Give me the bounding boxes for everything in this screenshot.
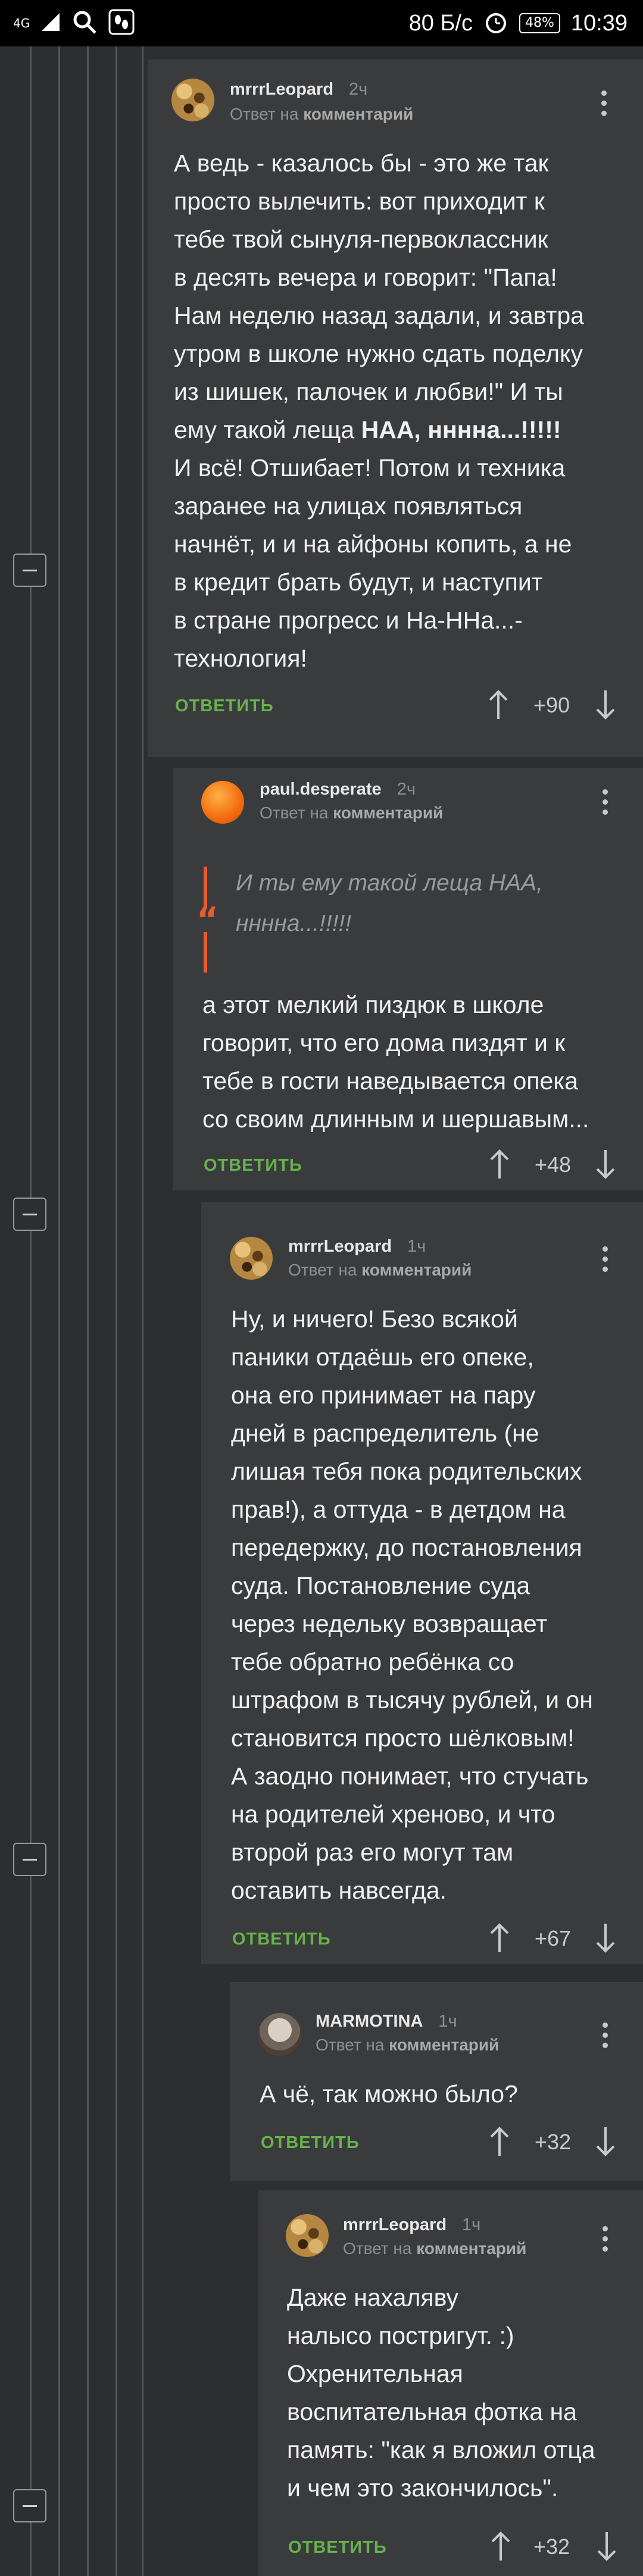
quoted-text: И ты ему такой леща НАА, ннннa...!!!!! [236,870,543,936]
battery-indicator: 48% [519,13,560,33]
comment-text: а этот мелкий пиздюк в школе говорит, чт… [202,991,589,1133]
collapse-thread-button[interactable] [13,1843,46,1876]
alarm-icon [483,10,508,37]
network-speed: 80 Б/с [408,10,473,36]
signal-icon [40,12,61,35]
reply-to: Ответ на комментарий [316,2036,499,2055]
arrow-up-icon[interactable] [489,1149,510,1180]
arrow-up-icon[interactable] [488,689,508,720]
reply-button[interactable]: ОТВЕТИТЬ [232,1930,331,1949]
comment-text: А ведь - казалось бы - это же так просто… [174,149,584,672]
comment-author[interactable]: mrrrLeopard 1ч [343,2215,480,2235]
quote-icon: “ [196,901,219,939]
footprints-app-icon [108,9,135,37]
thread-line[interactable] [30,46,32,2576]
comment-author[interactable]: mrrrLeopard 1ч [288,1237,426,1256]
avatar[interactable] [286,2214,329,2257]
arrow-down-icon[interactable] [595,689,616,720]
avatar[interactable] [201,781,244,824]
comment-time: 1ч [438,2012,457,2031]
comment-time: 1ч [462,2215,481,2234]
comment-author[interactable]: MARMOTINA 1ч [316,2012,457,2031]
comment-author[interactable]: paul.desperate 2ч [260,780,416,799]
comment: MARMOTINA 1ч Ответ на комментарий А чё, т… [230,1982,643,2181]
arrow-down-icon[interactable] [595,1922,616,1953]
reply-to-prefix: Ответ на [260,804,329,822]
reply-button[interactable]: ОТВЕТИТЬ [175,696,274,716]
comment: mrrrLeopard 1ч Ответ на комментарий Ну, и… [201,1202,643,1964]
reply-to: Ответ на комментарий [230,105,413,124]
collapse-thread-button[interactable] [13,554,46,587]
thread-line[interactable] [142,46,143,2576]
comment-time: 2ч [397,780,416,799]
reply-to-link[interactable]: комментарий [389,2036,499,2054]
arrow-down-icon[interactable] [595,1149,616,1180]
comment-author[interactable]: mrrrLeopard 2ч [230,80,367,99]
comment-score: +90 [533,693,570,717]
arrow-down-icon[interactable] [597,2531,617,2562]
comment: mrrrLeopard 2ч Ответ на комментарий А вед… [148,60,643,757]
reply-to: Ответ на комментарий [260,804,443,823]
clock: 10:39 [570,10,628,36]
kebab-menu-icon[interactable] [603,1246,608,1277]
reply-to-link[interactable]: комментарий [303,105,413,123]
reply-to: Ответ на комментарий [343,2239,526,2258]
search-icon[interactable] [71,9,98,37]
arrow-up-icon[interactable] [491,2531,511,2562]
reply-to-link[interactable]: комментарий [361,1261,472,1279]
reply-to-prefix: Ответ на [316,2036,385,2054]
collapse-thread-button[interactable] [13,2489,46,2522]
kebab-menu-icon[interactable] [601,90,607,121]
reply-to-prefix: Ответ на [288,1261,357,1279]
arrow-down-icon[interactable] [595,2126,616,2157]
avatar[interactable] [230,1237,273,1280]
thread-line[interactable] [116,46,117,2576]
comment-score: +48 [535,1152,572,1177]
status-bar: 4G 80 Б/с 48% 10:39 [0,0,643,46]
reply-button[interactable]: ОТВЕТИТЬ [204,1156,302,1176]
avatar[interactable] [258,2013,301,2056]
collapse-thread-button[interactable] [13,1198,46,1231]
comment-time: 1ч [407,1237,426,1256]
arrow-up-icon[interactable] [489,1922,510,1953]
avatar[interactable] [171,79,214,121]
thread-line[interactable] [58,46,60,2576]
reply-to-link[interactable]: комментарий [416,2239,526,2258]
comment: paul.desperate 2ч Ответ на комментарий “ … [173,768,643,1190]
reply-to-prefix: Ответ на [343,2239,412,2258]
reply-to-link[interactable]: комментарий [333,804,443,822]
kebab-menu-icon[interactable] [603,2022,608,2053]
comment-time: 2ч [349,80,368,99]
comment-score: +67 [535,1926,572,1950]
kebab-menu-icon[interactable] [603,2226,608,2256]
thread-line[interactable] [87,46,89,2576]
comment-score: +32 [533,2534,570,2559]
comment-text: Ну, и ничего! Безо всякой паники отдаёшь… [231,1305,593,1904]
arrow-up-icon[interactable] [489,2126,510,2157]
reply-button[interactable]: ОТВЕТИТЬ [261,2133,360,2153]
reply-to-prefix: Ответ на [230,105,299,123]
comment: mrrrLeopard 1ч Ответ на комментарий Даже … [258,2190,643,2576]
reply-to: Ответ на комментарий [288,1261,472,1280]
comment-score: +32 [535,2130,572,2154]
kebab-menu-icon[interactable] [603,789,608,820]
network-type: 4G [13,16,30,30]
comment-text: А чё, так можно было? [260,2080,518,2108]
comment-text: Даже нахаляву налысо постригут. :) Охрен… [287,2284,595,2502]
reply-button[interactable]: ОТВЕТИТЬ [288,2538,387,2558]
